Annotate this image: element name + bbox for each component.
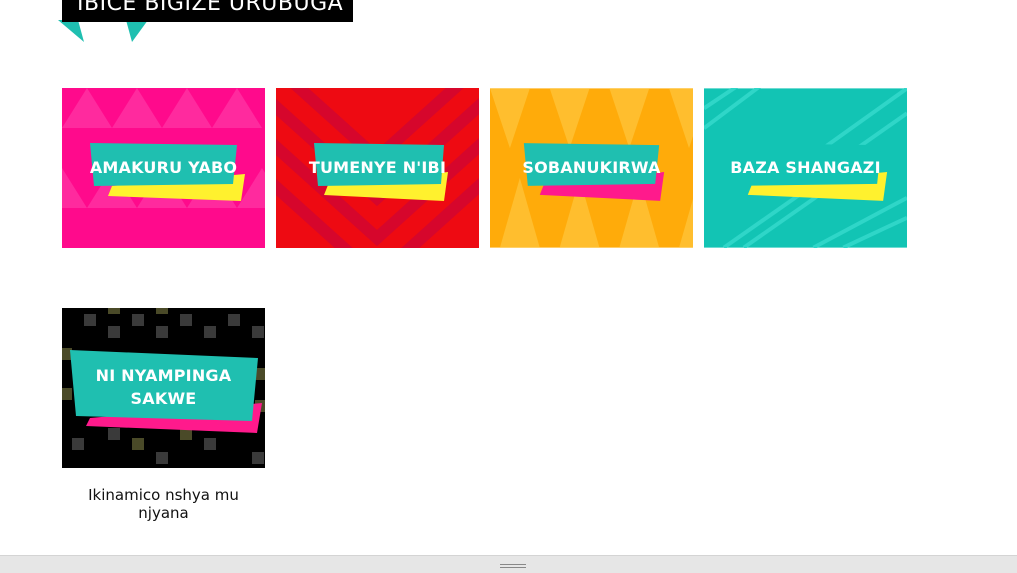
tile-tumenye-nibi[interactable]: TUMENYE N'IBI — [276, 88, 479, 248]
tile-label: SOBANUKIRWA — [522, 158, 661, 177]
tile-ni-nyampinga-sakwe[interactable]: NI NYAMPINGA SAKWE — [62, 308, 265, 468]
tile-amakuru-yabo[interactable]: AMAKURU YABO — [62, 88, 265, 248]
section-title: IBICE BIGIZE URUBUGA — [62, 0, 353, 22]
tile-baza-shangazi[interactable]: BAZA SHANGAZI — [704, 88, 907, 248]
bottom-resize-bar[interactable] — [0, 555, 1017, 573]
section-title-text: IBICE BIGIZE URUBUGA — [77, 0, 344, 16]
drag-handle-icon[interactable] — [500, 564, 526, 570]
tile-label: BAZA SHANGAZI — [730, 158, 881, 177]
tile-sobanukirwa[interactable]: SOBANUKIRWA — [490, 88, 693, 248]
tile-label: TUMENYE N'IBI — [308, 158, 447, 177]
tile-caption[interactable]: Ikinamico nshya mu njyana — [62, 486, 265, 522]
tile-label-line-2: SAKWE — [130, 389, 197, 408]
tile-label-line-1: NI NYAMPINGA — [95, 366, 232, 385]
tile-label: AMAKURU YABO — [89, 158, 238, 177]
